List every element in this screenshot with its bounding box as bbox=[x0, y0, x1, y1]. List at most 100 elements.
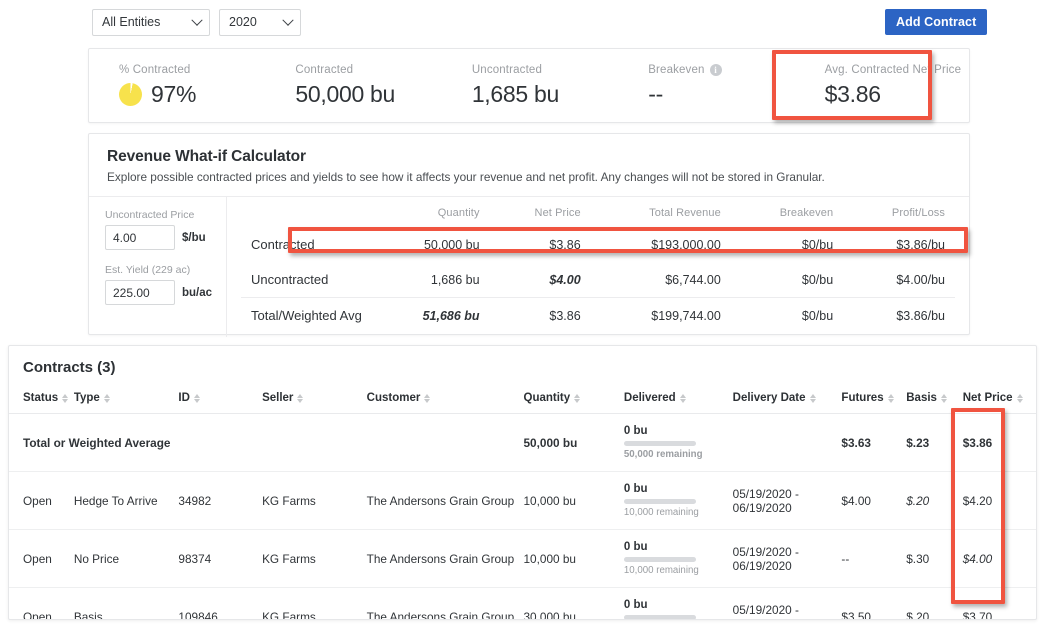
column-header-id[interactable]: ID bbox=[178, 386, 263, 414]
calc-row-label: Total/Weighted Avg bbox=[241, 297, 372, 333]
kpi-value: 97% bbox=[151, 80, 197, 107]
contracts-table: Status Type ID Seller Customer Quantity … bbox=[9, 386, 1036, 619]
calc-profit-loss: $3.86/bu bbox=[843, 297, 955, 333]
calculator-results: Quantity Net Price Total Revenue Breakev… bbox=[227, 197, 969, 337]
kpi-label: Contracted bbox=[295, 63, 354, 76]
uncontracted-price-field-group: Uncontracted Price $/bu bbox=[105, 209, 226, 250]
sort-icon[interactable] bbox=[887, 393, 895, 404]
sort-icon[interactable] bbox=[297, 393, 304, 404]
calc-col-blank bbox=[241, 207, 372, 227]
entity-select-value[interactable]: All Entities bbox=[92, 8, 210, 36]
kpi-contracted: Contracted 50,000 bu bbox=[263, 64, 439, 108]
column-label: Delivered bbox=[623, 392, 676, 404]
column-label: ID bbox=[178, 392, 190, 404]
delivered-remaining: 10,000 remaining bbox=[623, 507, 699, 518]
sort-icon[interactable] bbox=[940, 393, 948, 404]
column-label: Seller bbox=[262, 392, 294, 404]
year-filter[interactable]: 2020 bbox=[219, 8, 301, 36]
kpi-breakeven: Breakeven i -- bbox=[616, 63, 792, 108]
total-delivered-cell: 0 bu 50,000 remaining bbox=[623, 413, 733, 472]
contracts-title: Contracts (3) bbox=[23, 359, 116, 376]
sort-icon[interactable] bbox=[679, 393, 687, 404]
calculator-body: Uncontracted Price $/bu Est. Yield (229 … bbox=[89, 196, 969, 337]
column-label: Type bbox=[73, 392, 100, 404]
cell-delivered: 0 bu 10,000 remaining bbox=[623, 471, 733, 530]
calc-col-profit-loss: Profit/Loss bbox=[891, 207, 945, 219]
cell-basis: $.20 bbox=[906, 471, 963, 530]
sort-icon[interactable] bbox=[62, 393, 69, 404]
entity-filter[interactable]: All Entities bbox=[92, 8, 210, 36]
column-header-futures[interactable]: Futures bbox=[841, 386, 907, 414]
calc-total-revenue: $6,744.00 bbox=[665, 272, 721, 287]
contracts-header-row: Status Type ID Seller Customer Quantity … bbox=[9, 386, 1036, 414]
cell-delivered: 0 bu 10,000 remaining bbox=[623, 529, 733, 588]
cell-status: Open bbox=[9, 471, 74, 530]
column-label: Status bbox=[23, 392, 59, 404]
cell-id: 109846 bbox=[178, 587, 263, 619]
delivered-amount: 0 bu bbox=[623, 541, 648, 553]
info-icon[interactable]: i bbox=[709, 63, 722, 76]
cell-status: Open bbox=[9, 529, 74, 588]
calc-col-total-revenue: Total Revenue bbox=[649, 207, 721, 219]
column-header-delivery-date[interactable]: Delivery Date bbox=[732, 386, 842, 414]
cell-net-price: $4.00 bbox=[962, 529, 1036, 588]
column-header-type[interactable]: Type bbox=[73, 386, 179, 414]
cell-basis: $.30 bbox=[906, 529, 963, 588]
sort-icon[interactable] bbox=[103, 393, 111, 404]
kpi-label: Uncontracted bbox=[471, 63, 543, 76]
calc-profit-loss: $3.86/bu bbox=[896, 237, 945, 252]
sort-icon[interactable] bbox=[193, 393, 201, 404]
calculator-row-total: Total/Weighted Avg 51,686 bu $3.86 $199,… bbox=[241, 297, 955, 333]
calc-quantity: 50,000 bu bbox=[423, 237, 480, 252]
table-row[interactable]: Open Basis 109846 KG Farms The Andersons… bbox=[9, 587, 1036, 619]
cell-quantity: 10,000 bu bbox=[523, 471, 624, 530]
delivered-amount: 0 bu bbox=[623, 425, 648, 437]
cell-futures: $4.00 bbox=[841, 471, 907, 530]
delivery-progress-bar bbox=[623, 557, 696, 562]
sort-icon[interactable] bbox=[424, 393, 431, 404]
sort-icon[interactable] bbox=[574, 393, 581, 404]
column-header-basis[interactable]: Basis bbox=[906, 386, 963, 414]
delivered-remaining: 10,000 remaining bbox=[623, 565, 699, 576]
cell-type: No Price bbox=[73, 529, 179, 588]
toolbar: All Entities 2020 Add Contract bbox=[0, 0, 1045, 44]
est-yield-field-group: Est. Yield (229 ac) bu/ac bbox=[105, 264, 226, 305]
column-header-seller[interactable]: Seller bbox=[262, 386, 367, 414]
kpi-uncontracted: Uncontracted 1,685 bu bbox=[440, 64, 616, 108]
calc-col-breakeven: Breakeven bbox=[779, 207, 834, 219]
calculator-header: Revenue What-if Calculator Explore possi… bbox=[89, 134, 969, 184]
calc-breakeven: $0/bu bbox=[801, 272, 834, 287]
add-contract-button[interactable]: Add Contract bbox=[885, 9, 988, 35]
calc-quantity: 1,686 bu bbox=[430, 272, 480, 287]
calc-col-net-price: Net Price bbox=[534, 207, 581, 219]
uncontracted-price-label: Uncontracted Price bbox=[105, 209, 195, 221]
est-yield-input[interactable] bbox=[105, 280, 175, 305]
column-label: Delivery Date bbox=[732, 392, 806, 404]
calc-quantity: 51,686 bu bbox=[371, 297, 490, 333]
column-label: Basis bbox=[906, 392, 937, 404]
calc-row-label: Contracted bbox=[251, 237, 315, 252]
sort-icon[interactable] bbox=[1016, 393, 1024, 404]
delivered-amount: 0 bu bbox=[623, 483, 648, 495]
table-row[interactable]: Open No Price 98374 KG Farms The Anderso… bbox=[9, 529, 1036, 588]
est-yield-label: Est. Yield (229 ac) bbox=[105, 264, 191, 276]
cell-seller: KG Farms bbox=[262, 587, 367, 619]
cell-delivered: 0 bu 30,000 remaining bbox=[623, 587, 733, 619]
column-header-status[interactable]: Status bbox=[9, 386, 74, 414]
column-header-quantity[interactable]: Quantity bbox=[523, 386, 624, 414]
uncontracted-price-unit: $/bu bbox=[182, 231, 206, 244]
kpi-label: Avg. Contracted Net Price bbox=[824, 63, 962, 76]
cell-net-price: $3.70 bbox=[962, 587, 1036, 619]
kpi-percent-contracted: % Contracted 97% bbox=[89, 64, 263, 108]
column-header-delivered[interactable]: Delivered bbox=[623, 386, 733, 414]
table-row[interactable]: Open Hedge To Arrive 34982 KG Farms The … bbox=[9, 471, 1036, 530]
column-header-net-price[interactable]: Net Price bbox=[962, 386, 1036, 414]
column-header-customer[interactable]: Customer bbox=[366, 386, 524, 414]
calc-total-revenue: $193,000.00 bbox=[651, 237, 721, 252]
uncontracted-price-input[interactable] bbox=[105, 225, 175, 250]
year-select-value[interactable]: 2020 bbox=[219, 8, 301, 36]
calculator-row-uncontracted: Uncontracted 1,686 bu $4.00 $6,744.00 $0… bbox=[241, 262, 955, 298]
cell-basis: $.20 bbox=[906, 587, 963, 619]
sort-icon[interactable] bbox=[809, 393, 817, 404]
calculator-table: Quantity Net Price Total Revenue Breakev… bbox=[241, 207, 955, 333]
